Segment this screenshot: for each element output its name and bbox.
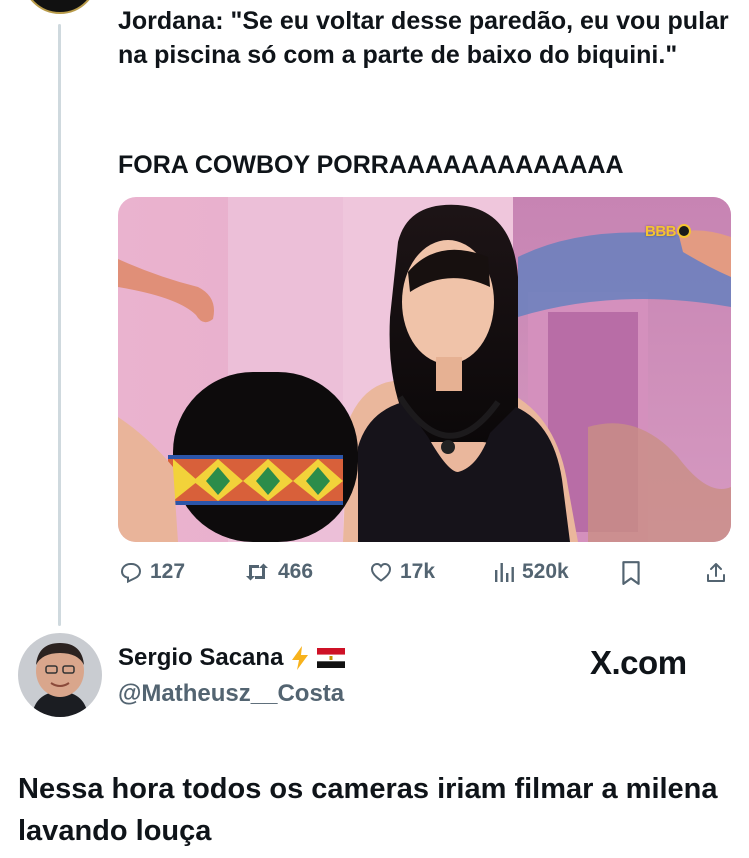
repost-button[interactable]: 466 [242, 560, 313, 584]
heart-icon [370, 562, 392, 582]
thread-line [58, 24, 61, 626]
tweet-text: Jordana: "Se eu voltar desse paredão, eu… [118, 7, 729, 69]
flag-icon [317, 648, 346, 668]
avatar[interactable] [18, 633, 102, 717]
author-name[interactable]: Sergio Sacana [118, 644, 346, 672]
repost-icon [246, 563, 268, 581]
lightning-icon [292, 646, 309, 670]
share-button[interactable] [704, 560, 728, 586]
analytics-icon [495, 563, 514, 582]
share-icon [707, 563, 725, 582]
repost-count: 466 [278, 560, 314, 583]
reply-count: 127 [150, 560, 186, 583]
views-button[interactable]: 520k [494, 560, 569, 584]
reply-text: Nessa hora todos os cameras iriam filmar… [18, 773, 718, 847]
author-handle[interactable]: @Matheusz__Costa [118, 680, 344, 708]
tweet-text-line-2: FORA COWBOY PORRAAAAAAAAAAAAA [118, 151, 624, 179]
reply-button[interactable]: 127 [118, 560, 185, 584]
like-button[interactable]: 17k [368, 560, 435, 584]
tweet-media-image[interactable]: BBB [118, 197, 731, 542]
bookmark-button[interactable] [620, 560, 642, 586]
bookmark-icon [622, 561, 640, 585]
bbb-watermark-logo: BBB [645, 223, 691, 240]
like-count: 17k [400, 560, 436, 583]
x-com-label: X.com [590, 644, 687, 681]
quoted-author-avatar[interactable] [22, 0, 98, 14]
views-count: 520k [522, 560, 569, 583]
reply-icon [120, 563, 142, 584]
